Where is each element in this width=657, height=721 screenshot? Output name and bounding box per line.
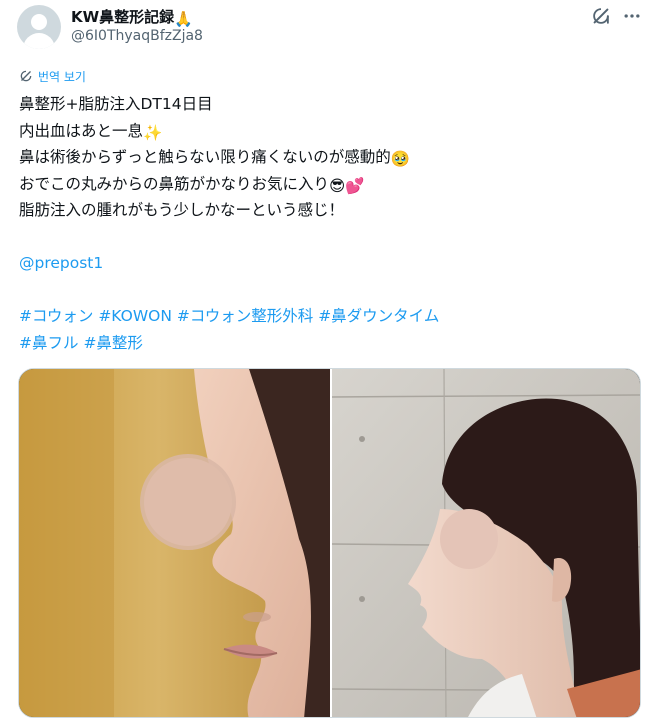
hashtag-link[interactable]: #鼻ダウンタイム [318,307,439,325]
more-options-icon[interactable] [622,6,642,26]
sparkles-emoji: ✨ [143,123,163,142]
author-display-name[interactable]: KW鼻整形記録🙏 [71,6,193,28]
tweet-line-3: 鼻は術後からずっと触らない限り痛くないのが感動的🥹 [19,144,639,171]
avatar-placeholder-head [31,14,47,30]
tweet-line-2-text: 内出血はあと一息 [19,121,144,140]
author-name-emoji: 🙏 [174,10,193,28]
translate-post-link[interactable]: 번역 보기 [19,67,86,85]
tweet-text: 鼻整形+脂肪注入DT14日目 内出血はあと一息✨ 鼻は術後からずっと触らない限り… [19,91,639,356]
hashtag-link[interactable]: #コウォン整形外科 [177,307,313,325]
translate-icon [20,70,32,82]
hashtags-row-1: #コウォン #KOWON #コウォン整形外科 #鼻ダウンタイム [19,303,639,330]
avatar[interactable] [17,5,61,49]
sunglasses-hearts-emoji: 😎💕 [329,176,365,195]
hashtags-row-2: #鼻フル #鼻整形 [19,330,639,357]
tweet-post: KW鼻整形記録🙏 @6I0ThyaqBfzZja8 번역 보기 鼻整形+脂肪注入… [0,0,657,721]
tweet-line-4-text: おでこの丸みからの鼻筋がかなりお気に入り [19,174,330,193]
media-photo-1[interactable] [19,369,330,718]
author-name-text: KW鼻整形記録 [71,8,175,26]
mention-line: @prepost1 [19,250,639,277]
tweet-line-3-text: 鼻は術後からずっと触らない限り痛くないのが感動的 [19,148,391,166]
translate-label: 번역 보기 [38,69,86,84]
grok-icon[interactable] [590,5,612,27]
hashtag-link[interactable]: #鼻フル [19,334,79,352]
tweet-line-1: 鼻整形+脂肪注入DT14日目 [19,95,213,113]
media-grid [18,368,641,718]
hashtag-link[interactable]: #KOWON [98,307,172,325]
tweet-line-2: 内出血はあと一息✨ [19,118,639,145]
avatar-placeholder-body [23,33,55,49]
author-handle[interactable]: @6I0ThyaqBfzZja8 [71,28,203,44]
hashtag-link[interactable]: #鼻整形 [83,334,143,352]
hashtag-link[interactable]: #コウォン [19,307,93,325]
holding-back-tears-emoji: 🥹 [390,150,411,168]
tweet-line-5: 脂肪注入の腫れがもう少しかなーという感じ！ [19,201,345,219]
media-photo-2[interactable] [332,369,641,718]
tweet-line-4: おでこの丸みからの鼻筋がかなりお気に入り😎💕 [19,171,639,198]
mention-link[interactable]: @prepost1 [19,254,103,272]
